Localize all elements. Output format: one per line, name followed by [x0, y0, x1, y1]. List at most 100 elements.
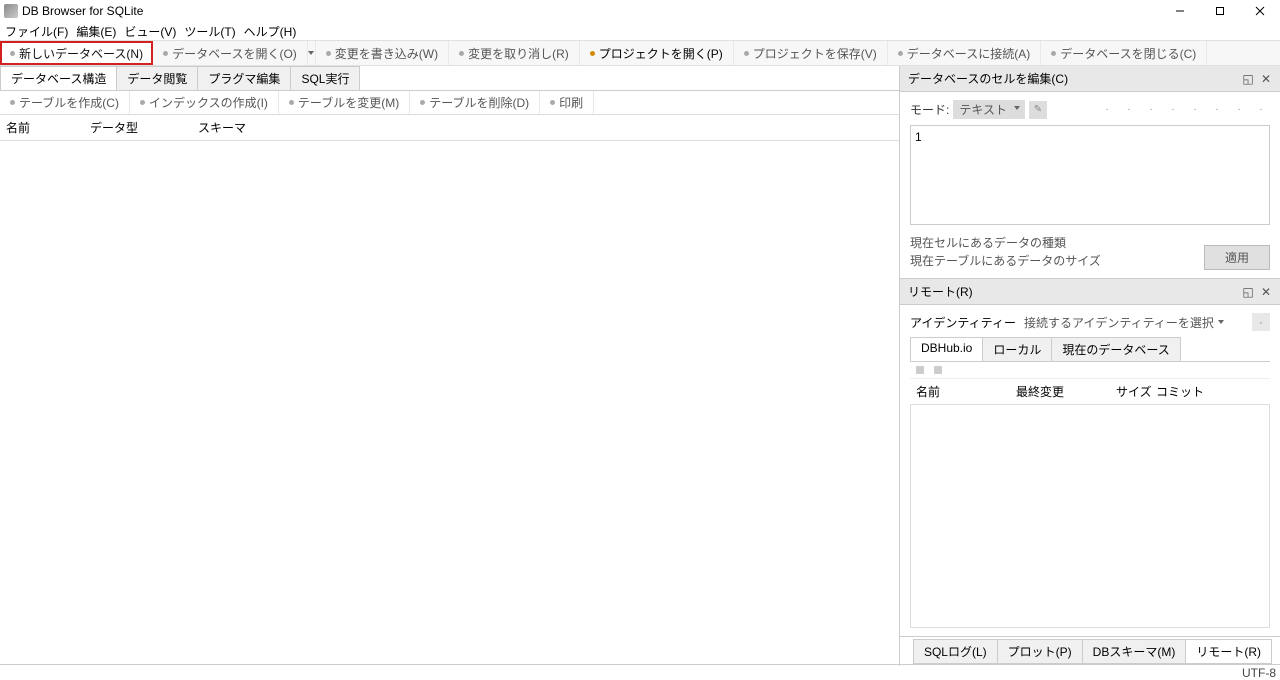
- create-index-label: インデックスの作成(I): [149, 94, 268, 111]
- save-icon: [326, 51, 331, 56]
- left-pane: データベース構造 データ閲覧 プラグマ編集 SQL実行 テーブルを作成(C) イ…: [0, 66, 900, 666]
- remote-tool-2[interactable]: [934, 366, 942, 374]
- mode-label: モード:: [910, 101, 949, 118]
- delete-table-label: テーブルを削除(D): [429, 94, 529, 111]
- remote-tab-dbhub[interactable]: DBHub.io: [910, 337, 983, 361]
- remote-col-commit[interactable]: コミット: [1156, 383, 1204, 400]
- close-panel-icon[interactable]: ✕: [1260, 73, 1272, 85]
- project-icon: [590, 51, 595, 56]
- identity-add-button[interactable]: ·: [1252, 313, 1270, 331]
- table-icon: [10, 100, 15, 105]
- identity-select[interactable]: 接続するアイデンティティーを選択: [1024, 314, 1224, 331]
- remote-tab-local[interactable]: ローカル: [982, 337, 1052, 361]
- remote-table-header: 名前 最終変更 サイズ コミット: [910, 379, 1270, 405]
- create-index-button[interactable]: インデックスの作成(I): [130, 91, 279, 114]
- cell-tool-1[interactable]: ·: [1098, 101, 1116, 119]
- menu-help[interactable]: ヘルプ(H): [241, 23, 300, 40]
- close-button[interactable]: [1240, 0, 1280, 22]
- format-button[interactable]: ✎: [1029, 101, 1047, 119]
- bottom-tabs: SQLログ(L) プロット(P) DBスキーマ(M) リモート(R): [900, 636, 1280, 666]
- main-tabs: データベース構造 データ閲覧 プラグマ編集 SQL実行: [0, 66, 899, 91]
- mode-select[interactable]: テキスト: [953, 100, 1025, 119]
- remote-tab-current[interactable]: 現在のデータベース: [1051, 337, 1180, 361]
- attach-database-button[interactable]: データベースに接続(A): [888, 41, 1041, 65]
- remote-panel-title: リモート(R) ◱ ✕: [900, 279, 1280, 305]
- remote-col-modified[interactable]: 最終変更: [1016, 383, 1116, 400]
- cell-tool-5[interactable]: ·: [1186, 101, 1204, 119]
- db-icon: [10, 51, 15, 56]
- identity-select-label: 接続するアイデンティティーを選択: [1024, 314, 1214, 331]
- apply-button[interactable]: 適用: [1204, 245, 1270, 270]
- close-database-label: データベースを閉じる(C): [1060, 45, 1196, 62]
- revert-changes-label: 変更を取り消し(R): [468, 45, 569, 62]
- dock-icon[interactable]: ◱: [1242, 73, 1254, 85]
- remote-col-size[interactable]: サイズ: [1116, 383, 1156, 400]
- open-database-button[interactable]: データベースを開く(O): [153, 41, 308, 65]
- remote-list: [910, 405, 1270, 628]
- cell-tool-3[interactable]: ·: [1142, 101, 1160, 119]
- cell-tool-7[interactable]: ·: [1230, 101, 1248, 119]
- bottom-tab-remote[interactable]: リモート(R): [1185, 639, 1272, 664]
- close-panel-icon[interactable]: ✕: [1260, 286, 1272, 298]
- cell-edit-panel-title: データベースのセルを編集(C) ◱ ✕: [900, 66, 1280, 92]
- modify-table-button[interactable]: テーブルを変更(M): [279, 91, 410, 114]
- write-changes-label: 変更を書き込み(W): [335, 45, 438, 62]
- open-database-label: データベースを開く(O): [172, 45, 297, 62]
- index-icon: [140, 100, 145, 105]
- menu-tools[interactable]: ツール(T): [181, 23, 238, 40]
- menu-file[interactable]: ファイル(F): [2, 23, 71, 40]
- menubar: ファイル(F) 編集(E) ビュー(V) ツール(T) ヘルプ(H): [0, 22, 1280, 40]
- remote-tabs: DBHub.io ローカル 現在のデータベース: [910, 337, 1270, 362]
- structure-table-body: [0, 141, 899, 666]
- tab-browse[interactable]: データ閲覧: [116, 66, 198, 90]
- column-type[interactable]: データ型: [90, 119, 138, 136]
- db-icon: [163, 51, 168, 56]
- remote-tool-1[interactable]: [916, 366, 924, 374]
- menu-edit[interactable]: 編集(E): [73, 23, 119, 40]
- cell-tool-8[interactable]: ·: [1252, 101, 1270, 119]
- create-table-button[interactable]: テーブルを作成(C): [0, 91, 130, 114]
- statusbar: UTF-8: [0, 664, 1280, 680]
- dock-icon[interactable]: ◱: [1242, 286, 1254, 298]
- app-icon: [4, 4, 18, 18]
- print-button[interactable]: 印刷: [540, 91, 594, 114]
- delete-icon: [420, 100, 425, 105]
- remote-col-name[interactable]: 名前: [916, 383, 1016, 400]
- minimize-button[interactable]: [1160, 0, 1200, 22]
- write-changes-button[interactable]: 変更を書き込み(W): [316, 41, 449, 65]
- bottom-tab-plot[interactable]: プロット(P): [997, 639, 1083, 664]
- cell-tool-4[interactable]: ·: [1164, 101, 1182, 119]
- cell-info-text: 現在セルにあるデータの種類 現在テーブルにあるデータのサイズ: [910, 234, 1101, 270]
- save-project-label: プロジェクトを保存(V): [753, 45, 877, 62]
- save-project-button[interactable]: プロジェクトを保存(V): [734, 41, 888, 65]
- tab-sql[interactable]: SQL実行: [290, 66, 360, 90]
- modify-table-label: テーブルを変更(M): [298, 94, 399, 111]
- print-icon: [550, 100, 555, 105]
- main-toolbar: 新しいデータベース(N) データベースを開く(O) 変更を書き込み(W) 変更を…: [0, 40, 1280, 66]
- project-save-icon: [744, 51, 749, 56]
- new-database-label: 新しいデータベース(N): [19, 45, 143, 62]
- menu-view[interactable]: ビュー(V): [121, 23, 179, 40]
- new-database-button[interactable]: 新しいデータベース(N): [0, 41, 153, 65]
- open-database-dropdown[interactable]: [308, 41, 316, 65]
- cell-info-line1: 現在セルにあるデータの種類: [910, 234, 1101, 252]
- maximize-button[interactable]: [1200, 0, 1240, 22]
- bottom-tab-schema[interactable]: DBスキーマ(M): [1082, 639, 1187, 664]
- column-schema[interactable]: スキーマ: [198, 119, 246, 136]
- cell-tool-2[interactable]: ·: [1120, 101, 1138, 119]
- bottom-tab-sqllog[interactable]: SQLログ(L): [913, 639, 998, 664]
- close-database-button[interactable]: データベースを閉じる(C): [1041, 41, 1207, 65]
- delete-table-button[interactable]: テーブルを削除(D): [410, 91, 540, 114]
- open-project-button[interactable]: プロジェクトを開く(P): [580, 41, 734, 65]
- tab-pragma[interactable]: プラグマ編集: [197, 66, 291, 90]
- revert-changes-button[interactable]: 変更を取り消し(R): [449, 41, 580, 65]
- identity-label: アイデンティティー: [910, 314, 1016, 331]
- structure-toolbar: テーブルを作成(C) インデックスの作成(I) テーブルを変更(M) テーブルを…: [0, 91, 899, 115]
- cell-edit-panel: モード: テキスト ✎ · · · · · · · · 現在セルにあるデータの種…: [900, 92, 1280, 278]
- cell-textarea[interactable]: [910, 125, 1270, 225]
- encoding-label: UTF-8: [1242, 666, 1276, 680]
- tab-structure[interactable]: データベース構造: [0, 66, 117, 90]
- cell-tool-6[interactable]: ·: [1208, 101, 1226, 119]
- column-name[interactable]: 名前: [6, 119, 30, 136]
- cell-info-line2: 現在テーブルにあるデータのサイズ: [910, 252, 1101, 270]
